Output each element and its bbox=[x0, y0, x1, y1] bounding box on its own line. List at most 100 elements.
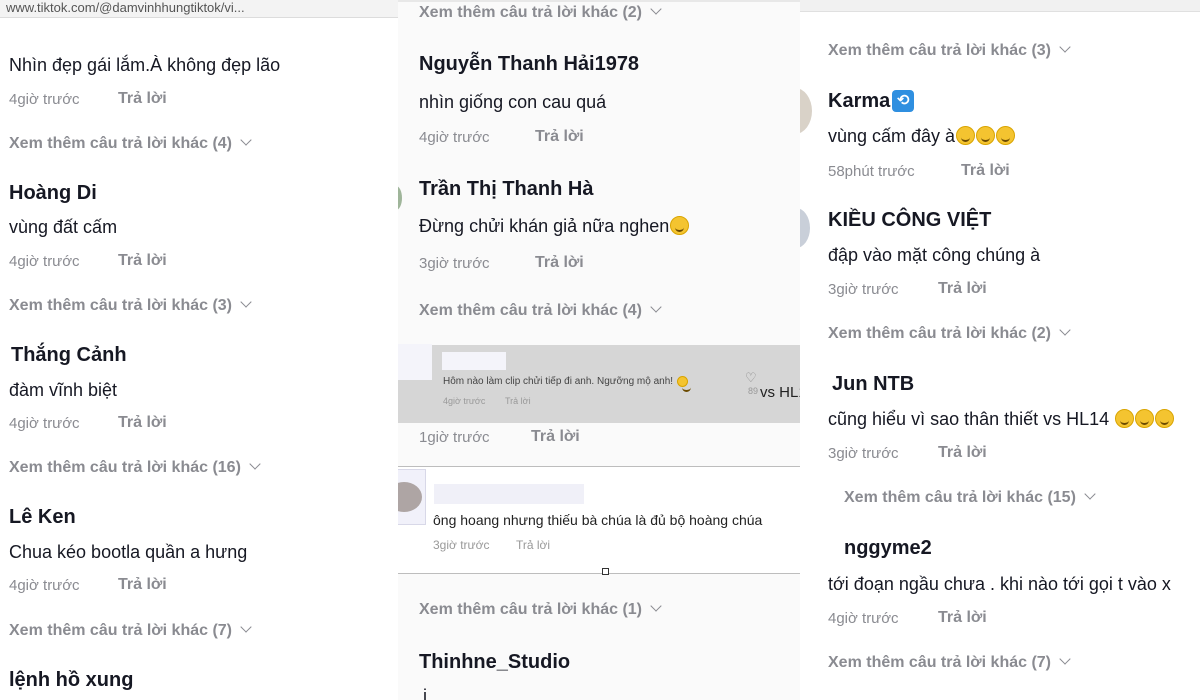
redacted-username bbox=[442, 352, 506, 370]
smirk-emoji-icon bbox=[1115, 409, 1135, 428]
comment-username[interactable]: nggyme2 bbox=[844, 537, 932, 560]
view-more-replies-label: Xem thêm câu trả lời khác (2) bbox=[828, 325, 1052, 342]
smirk-emoji-icon bbox=[1155, 409, 1175, 428]
comment-time: 4giờ trước bbox=[9, 577, 80, 594]
comment-username[interactable]: Hoàng Di bbox=[9, 182, 97, 205]
laughing-emoji-icon bbox=[976, 126, 996, 145]
comment-username[interactable]: Jun NTB bbox=[832, 373, 914, 396]
laughing-emoji-icon bbox=[956, 126, 976, 145]
comment-text: Đừng chửi khán giả nữa nghen bbox=[419, 216, 690, 237]
chevron-down-icon bbox=[1059, 653, 1071, 665]
overflow-text: vs HL14 bbox=[760, 384, 800, 401]
chevron-down-icon bbox=[240, 621, 252, 633]
comment-text: Chua kéo bootla quần a hưng bbox=[9, 542, 248, 562]
pasted-comment-text: Hôm nào làm clip chửi tiếp đi anh. Ngưỡn… bbox=[443, 376, 691, 392]
chevron-down-icon bbox=[1059, 324, 1071, 336]
comment-time: 4giờ trước bbox=[9, 91, 80, 108]
view-more-replies-label: Xem thêm câu trả lời khác (1) bbox=[419, 601, 643, 618]
tab-strip bbox=[398, 0, 800, 2]
resize-handle[interactable] bbox=[602, 568, 609, 575]
view-more-replies-button[interactable]: Xem thêm câu trả lời khác (16) bbox=[9, 458, 261, 477]
comment-username[interactable]: KIỀU CÔNG VIỆT bbox=[828, 209, 991, 232]
comment-username[interactable]: Lê Ken bbox=[9, 506, 76, 529]
reply-button[interactable]: Trả lời bbox=[531, 428, 580, 446]
reply-button[interactable]: Trả lời bbox=[938, 280, 987, 298]
comment-text: đàm vĩnh biệt bbox=[9, 380, 118, 400]
comment-time: 1giờ trước bbox=[419, 429, 490, 446]
comment-username[interactable]: Karma ⟲ bbox=[828, 90, 915, 113]
view-more-replies-button[interactable]: Xem thêm câu trả lời khác (4) bbox=[419, 301, 662, 320]
view-more-replies-label: Xem thêm câu trả lời khác (7) bbox=[828, 654, 1052, 671]
pasted-comment-text-content: Hôm nào làm clip chửi tiếp đi anh. Ngưỡn… bbox=[443, 376, 674, 387]
smirk-emoji-icon bbox=[1135, 409, 1155, 428]
comment-username[interactable]: Trần Thị Thanh Hà bbox=[419, 178, 593, 201]
comment-time: 4giờ trước bbox=[9, 253, 80, 270]
comment-time: 3giờ trước bbox=[828, 281, 899, 298]
pasted-reply-button: Trả lời bbox=[516, 538, 551, 552]
comment-time: 58phút trước bbox=[828, 163, 915, 180]
view-more-replies-label: Xem thêm câu trả lời khác (4) bbox=[9, 135, 233, 152]
avatar[interactable] bbox=[800, 208, 810, 248]
address-url[interactable]: www.tiktok.com/@damvinhhungtiktok/vi... bbox=[6, 0, 245, 16]
reply-button[interactable]: Trả lời bbox=[118, 576, 167, 594]
comment-time: 3giờ trước bbox=[419, 255, 490, 272]
avatar[interactable] bbox=[800, 88, 812, 134]
comment-text-content: vùng cấm đây à bbox=[828, 126, 956, 146]
view-more-replies-label: Xem thêm câu trả lời khác (3) bbox=[828, 42, 1052, 59]
comment-text: tới đoạn ngầu chưa . khi nào tới gọi t v… bbox=[828, 574, 1171, 594]
avatar[interactable] bbox=[398, 186, 402, 210]
reply-button[interactable]: Trả lời bbox=[938, 444, 987, 462]
reply-button[interactable]: Trả lời bbox=[535, 128, 584, 146]
left-comment-panel: www.tiktok.com/@damvinhhungtiktok/vi... … bbox=[0, 0, 398, 700]
view-more-replies-button[interactable]: Xem thêm câu trả lời khác (4) bbox=[9, 134, 252, 153]
right-comment-panel: Xem thêm câu trả lời khác (3) Karma ⟲ vùn… bbox=[800, 0, 1200, 700]
view-more-replies-label: Xem thêm câu trả lời khác (4) bbox=[419, 302, 643, 319]
reply-button[interactable]: Trả lời bbox=[938, 609, 987, 627]
redacted-avatar bbox=[398, 344, 432, 380]
view-more-replies-button[interactable]: Xem thêm câu trả lời khác (15) bbox=[844, 488, 1096, 507]
chevron-down-icon bbox=[240, 134, 252, 146]
comment-time: 4giờ trước bbox=[9, 415, 80, 432]
view-more-replies-button[interactable]: Xem thêm câu trả lời khác (3) bbox=[9, 296, 252, 315]
chevron-down-icon bbox=[240, 296, 252, 308]
sync-icon: ⟲ bbox=[892, 90, 915, 112]
pasted-comment-time: 3giờ trước bbox=[433, 538, 490, 552]
view-more-replies-button[interactable]: Xem thêm câu trả lời khác (2) bbox=[828, 324, 1071, 343]
chevron-down-icon bbox=[650, 3, 662, 15]
comment-text: Nhìn đẹp gái lắm.À không đẹp lão bbox=[9, 55, 281, 75]
address-bar[interactable]: www.tiktok.com/@damvinhhungtiktok/vi... bbox=[0, 0, 398, 18]
pasted-reply-button: Trả lời bbox=[505, 396, 531, 406]
chevron-down-icon bbox=[1059, 41, 1071, 53]
comment-username-text: Karma bbox=[828, 90, 891, 112]
comment-time: 4giờ trước bbox=[828, 610, 899, 627]
view-more-replies-label: Xem thêm câu trả lời khác (15) bbox=[844, 489, 1076, 506]
middle-comment-panel: S Xem thêm câu trả lời khác (2) Nguyễn T… bbox=[398, 0, 800, 700]
chevron-down-icon bbox=[1084, 488, 1096, 500]
reply-button[interactable]: Trả lời bbox=[961, 162, 1010, 180]
comment-username[interactable]: Nguyễn Thanh Hải1978 bbox=[419, 53, 639, 76]
comment-text: vùng cấm đây à bbox=[828, 126, 1016, 147]
chevron-down-icon bbox=[650, 301, 662, 313]
reply-button[interactable]: Trả lời bbox=[118, 414, 167, 432]
smile-emoji-icon bbox=[676, 376, 691, 392]
view-more-replies-button[interactable]: Xem thêm câu trả lời khác (3) bbox=[828, 41, 1071, 60]
reply-button[interactable]: Trả lời bbox=[118, 252, 167, 270]
comment-time: 3giờ trước bbox=[828, 445, 899, 462]
comment-text-content: cũng hiểu vì sao thân thiết vs HL14 bbox=[828, 409, 1110, 429]
chevron-down-icon bbox=[650, 600, 662, 612]
reply-button[interactable]: Trả lời bbox=[535, 254, 584, 272]
comment-username[interactable]: Thắng Cảnh bbox=[11, 344, 127, 367]
pasted-comment-time: 4giờ trước bbox=[443, 396, 486, 406]
comment-username[interactable]: lệnh hồ xung bbox=[9, 669, 133, 692]
view-more-replies-label: Xem thêm câu trả lời khác (2) bbox=[419, 4, 643, 21]
view-more-replies-button[interactable]: Xem thêm câu trả lời khác (7) bbox=[828, 653, 1071, 672]
view-more-replies-button[interactable]: Xem thêm câu trả lời khác (7) bbox=[9, 621, 252, 640]
view-more-replies-label: Xem thêm câu trả lời khác (16) bbox=[9, 459, 241, 476]
view-more-replies-label: Xem thêm câu trả lời khác (7) bbox=[9, 622, 233, 639]
view-more-replies-button[interactable]: Xem thêm câu trả lời khác (1) bbox=[419, 600, 662, 619]
comment-text: nhìn giống con cau quá bbox=[419, 92, 607, 112]
reply-button[interactable]: Trả lời bbox=[118, 90, 167, 108]
comment-username[interactable]: Thinhne_Studio bbox=[419, 651, 570, 674]
like-count: 89 bbox=[748, 386, 759, 396]
view-more-replies-button[interactable]: Xem thêm câu trả lời khác (2) bbox=[419, 3, 662, 22]
